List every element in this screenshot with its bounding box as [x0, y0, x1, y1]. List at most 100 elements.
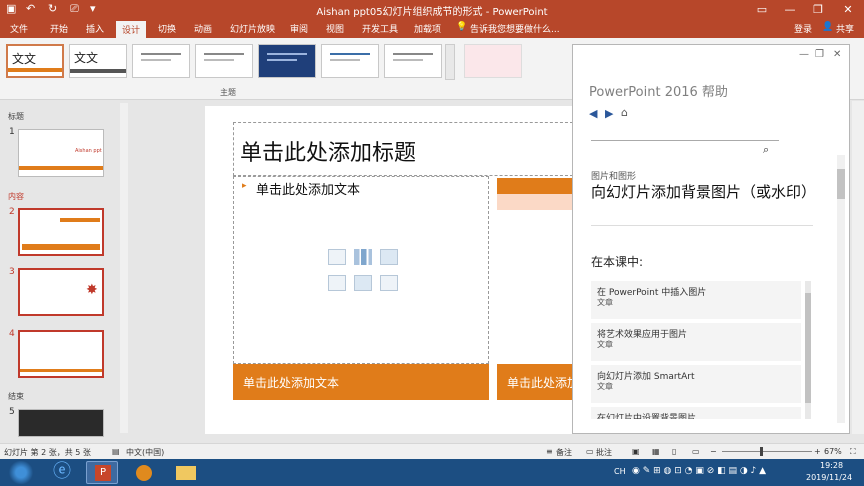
canvas-scrollbar[interactable]	[852, 101, 864, 434]
theme-thumb-4[interactable]	[195, 44, 253, 78]
slide-number-2: 2	[9, 207, 15, 217]
clock-date[interactable]: 2019/11/24	[806, 473, 852, 482]
zoom-in-button[interactable]: +	[814, 447, 821, 456]
insert-video-icon[interactable]	[380, 275, 398, 291]
slideshow-icon[interactable]: ▭	[692, 447, 700, 456]
tab-developer[interactable]: 开发工具	[362, 22, 398, 35]
comments-button[interactable]: 批注	[596, 447, 612, 458]
powerpoint-taskbar-button[interactable]: P	[86, 461, 118, 484]
slide-thumb-3[interactable]: ✸	[18, 268, 104, 316]
share-icon[interactable]: 👤	[822, 22, 833, 32]
thumbnail-pane: 标题 1 Aishan ppt 内容 2 3 ✸ 4 结束 5	[0, 101, 130, 437]
insert-picture-icon[interactable]	[328, 275, 346, 291]
right-orange-band	[497, 178, 573, 194]
tab-design[interactable]: 设计	[116, 21, 147, 38]
section-content[interactable]: 内容	[8, 191, 24, 202]
ribbon-tabs: 文件 开始 插入 设计 切换 动画 幻灯片放映 审阅 视图 开发工具 加载项 💡…	[0, 20, 864, 38]
help-list-scrollbar[interactable]	[805, 281, 811, 419]
right-peach-band	[497, 194, 573, 210]
theme-thumb-7[interactable]	[384, 44, 442, 78]
theme-thumb-3[interactable]	[132, 44, 190, 78]
tab-home[interactable]: 开始	[50, 22, 68, 35]
tab-view[interactable]: 视图	[326, 22, 344, 35]
content-placeholder[interactable]: ▸ 单击此处添加文本	[233, 176, 489, 364]
bullet-icon: ▸	[242, 181, 247, 191]
slide-number-3: 3	[9, 267, 15, 277]
slide-sorter-icon[interactable]: ▦	[652, 447, 660, 456]
slide-thumb-1[interactable]: Aishan ppt	[18, 129, 104, 177]
insert-chart-icon[interactable]	[354, 249, 372, 265]
taskbar: ⓔ P CH ◉ ✎ ⊞ ◍ ⊡ ◔ ▣ ⊘ ◧ ▤ ◑ ♪ ▲ 19:28 2…	[0, 459, 864, 486]
in-lesson-label: 在本课中:	[591, 255, 644, 269]
title-placeholder[interactable]: 单击此处添加标题	[233, 122, 573, 176]
restore-button[interactable]: ❐	[806, 0, 830, 20]
minimize-button[interactable]: —	[778, 0, 802, 20]
tab-animations[interactable]: 动画	[194, 22, 212, 35]
thumbnail-scrollbar[interactable]	[120, 103, 128, 433]
help-close-button[interactable]: ✕	[833, 49, 841, 60]
ime-indicator[interactable]: CH	[614, 467, 626, 476]
footer-left-placeholder[interactable]: 单击此处添加文本	[233, 364, 489, 400]
slide-number-5: 5	[9, 407, 15, 417]
slide-number-4: 4	[9, 329, 15, 339]
theme-office-variant[interactable]: 文文	[69, 44, 127, 78]
slide-thumb-2[interactable]	[18, 208, 104, 256]
insert-smartart-icon[interactable]	[380, 249, 398, 265]
section-title[interactable]: 标题	[8, 111, 24, 122]
file-explorer-icon[interactable]	[170, 461, 202, 484]
zoom-level[interactable]: 67%	[824, 447, 842, 456]
zoom-out-button[interactable]: −	[710, 447, 717, 456]
media-player-icon[interactable]	[128, 461, 160, 484]
help-item-4[interactable]: 在幻灯片中设置背景图片	[591, 407, 801, 419]
start-button[interactable]	[8, 461, 34, 484]
tab-slideshow[interactable]: 幻灯片放映	[230, 22, 275, 35]
normal-view-icon[interactable]: ▣	[632, 447, 640, 456]
notes-button[interactable]: 备注	[556, 447, 572, 458]
help-item-2[interactable]: 将艺术效果应用于图片 文章	[591, 323, 801, 361]
help-pane-scrollbar[interactable]	[837, 155, 845, 423]
footer-right-placeholder[interactable]: 单击此处添加文本	[497, 364, 573, 400]
slide-thumb-4[interactable]	[18, 330, 104, 378]
powerpoint-icon: P	[95, 465, 111, 481]
insert-online-picture-icon[interactable]	[354, 275, 372, 291]
theme-thumb-6[interactable]	[321, 44, 379, 78]
help-search-input[interactable]	[591, 123, 779, 141]
help-item-1[interactable]: 在 PowerPoint 中插入图片 文章	[591, 281, 801, 319]
insert-table-icon[interactable]	[328, 249, 346, 265]
help-restore-button[interactable]: ❐	[815, 49, 824, 60]
tab-addins[interactable]: 加载项	[414, 22, 441, 35]
share-button[interactable]: 共享	[836, 22, 854, 35]
theme-gallery-scroll[interactable]	[445, 44, 455, 80]
fit-slide-icon[interactable]: ⛶	[850, 447, 856, 457]
tab-insert[interactable]: 插入	[86, 22, 104, 35]
theme-thumb-5[interactable]	[258, 44, 316, 78]
section-end[interactable]: 结束	[8, 391, 24, 402]
search-icon[interactable]: ⌕	[763, 143, 769, 157]
variant-thumb[interactable]	[464, 44, 522, 78]
insert-content-icons	[328, 249, 398, 295]
tab-transitions[interactable]: 切换	[158, 22, 176, 35]
reading-view-icon[interactable]: ▯	[672, 447, 676, 456]
help-item-3[interactable]: 向幻灯片添加 SmartArt 文章	[591, 365, 801, 403]
forward-arrow-icon[interactable]: ▶	[605, 107, 613, 120]
comments-icon[interactable]: ▭	[586, 447, 594, 456]
language-status[interactable]: 中文(中国)	[126, 447, 164, 458]
tab-file[interactable]: 文件	[10, 22, 28, 35]
ie-icon[interactable]: ⓔ	[46, 461, 78, 484]
home-icon[interactable]: ⌂	[621, 106, 628, 119]
close-button[interactable]: ✕	[836, 0, 860, 20]
notes-icon[interactable]: ≡	[546, 447, 553, 456]
slide-number-1: 1	[9, 127, 15, 137]
tab-review[interactable]: 审阅	[290, 22, 308, 35]
back-arrow-icon[interactable]: ◀	[589, 107, 597, 120]
ribbon-display-options-icon[interactable]: ▭	[750, 0, 774, 20]
slide-thumb-5[interactable]	[18, 409, 104, 437]
help-minimize-button[interactable]: —	[799, 49, 809, 60]
zoom-slider[interactable]	[722, 447, 812, 456]
login-link[interactable]: 登录	[794, 22, 812, 35]
tray-icons[interactable]: ◉ ✎ ⊞ ◍ ⊡ ◔ ▣ ⊘ ◧ ▤ ◑ ♪ ▲	[632, 466, 766, 476]
spelling-icon[interactable]: ▤	[112, 447, 120, 456]
clock-time[interactable]: 19:28	[820, 461, 843, 470]
theme-office[interactable]: 文文	[6, 44, 64, 78]
tell-me-box[interactable]: 告诉我您想要做什么...	[470, 22, 560, 35]
